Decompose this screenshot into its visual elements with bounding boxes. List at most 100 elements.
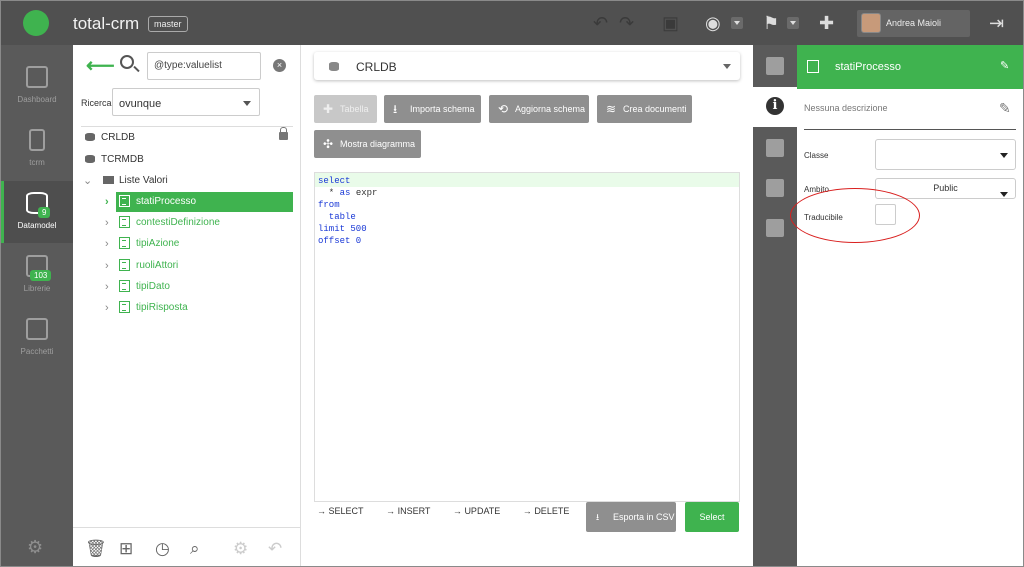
valuelist-icon <box>119 259 130 272</box>
diagram-icon: ✣ <box>323 137 334 151</box>
clear-search-icon[interactable]: × <box>273 59 286 72</box>
tree-node-tipi-dato[interactable]: tipiDato <box>119 277 170 297</box>
main-panel: CRLDB ✚ Tabella ⭳ Importa schema ⟲ Aggiorna… <box>301 45 753 566</box>
app-logo-icon <box>23 10 49 36</box>
search-input[interactable]: @type:valuelist <box>147 52 261 80</box>
chevron-right-icon[interactable]: › <box>105 213 109 233</box>
database-select[interactable]: CRLDB <box>314 52 740 80</box>
history-icon[interactable]: ◷ <box>155 539 170 559</box>
ricerca-label: Ricerca <box>81 98 112 108</box>
nav-item-dashboard[interactable]: Dashboard <box>1 55 73 117</box>
gear-icon[interactable]: ⚙ <box>27 537 43 558</box>
button-label: Tabella <box>340 104 369 114</box>
info-icon <box>766 97 784 115</box>
annotation-circle <box>790 188 920 243</box>
tree-node-ruoli-attori[interactable]: ruoliAttori <box>119 256 178 276</box>
classe-label: Classe <box>804 151 829 160</box>
node-label: tipiDato <box>136 281 170 292</box>
add-item-icon[interactable]: ⊞ <box>119 539 133 559</box>
chevron-right-icon[interactable]: › <box>105 234 109 254</box>
tree-node-liste-valori[interactable]: Liste Valori <box>103 171 168 191</box>
chevron-right-icon[interactable]: › <box>105 192 109 212</box>
crea-documenti-button[interactable]: ≋ Crea documenti <box>597 95 692 123</box>
eye-icon[interactable]: ◉ <box>705 13 721 33</box>
edit-description-pencil-icon[interactable]: ✎ <box>999 100 1011 117</box>
select-button[interactable]: Select <box>685 502 739 532</box>
valuelist-icon <box>119 301 130 314</box>
ricerca-select[interactable]: ovunque <box>112 88 260 116</box>
mostra-diagramma-button[interactable]: ✣ Mostra diagramma <box>314 130 421 158</box>
chevron-right-icon[interactable]: › <box>105 256 109 276</box>
flag-icon <box>766 179 784 197</box>
chevron-right-icon[interactable]: › <box>105 298 109 318</box>
strip-item-layout[interactable] <box>753 47 797 87</box>
user-menu[interactable]: Andrea Maioli <box>857 10 970 37</box>
nav-item-datamodel[interactable]: 9 Datamodel <box>1 181 73 243</box>
back-arrow-icon[interactable]: ⟵ <box>86 53 115 78</box>
database-icon <box>329 62 339 71</box>
app-name: total-crm <box>73 14 140 33</box>
document-icon <box>766 139 784 157</box>
tabella-button[interactable]: ✚ Tabella <box>314 95 377 123</box>
database-name: CRLDB <box>356 60 397 74</box>
tree-node-tipi-risposta[interactable]: tipiRisposta <box>119 298 188 318</box>
nav-label: Pacchetti <box>20 347 54 356</box>
sql-line: limit 500 <box>318 224 367 234</box>
tree-node-contesti-definizione[interactable]: contestiDefinizione <box>119 213 220 233</box>
button-label: Crea documenti <box>623 104 687 114</box>
sql-line: select <box>318 176 351 186</box>
database-icon <box>85 133 95 142</box>
insert-template-link[interactable]: → INSERT <box>386 506 440 516</box>
add-user-icon[interactable]: ✚ <box>819 13 834 33</box>
select-template-link[interactable]: → SELECT <box>317 506 374 516</box>
strip-item-docs[interactable] <box>753 129 797 169</box>
signpost-icon[interactable]: ⚑ <box>763 13 779 33</box>
tree-node-crldb[interactable]: CRLDB <box>85 128 135 148</box>
description-text: Nessuna descrizione <box>804 103 888 113</box>
importa-schema-button[interactable]: ⭳ Importa schema <box>384 95 481 123</box>
nav-item-pacchetti[interactable]: Pacchetti <box>1 307 73 369</box>
update-template-link[interactable]: → UPDATE <box>453 506 510 516</box>
search-icon[interactable] <box>120 55 134 69</box>
valuelist-icon <box>119 216 130 229</box>
aggiorna-schema-button[interactable]: ⟲ Aggiorna schema <box>489 95 589 123</box>
inspect-icon[interactable]: ⌕ <box>190 539 200 559</box>
nav-item-tcrm[interactable]: tcrm <box>1 118 73 180</box>
undo-icon[interactable]: ↶ <box>593 13 608 33</box>
sql-keyword: as <box>339 188 351 198</box>
delete-template-link[interactable]: → DELETE <box>523 506 580 516</box>
redo-icon[interactable]: ↷ <box>619 13 634 33</box>
tree-node-tcrmdb[interactable]: TCRMDB <box>85 150 144 170</box>
nav-item-librerie[interactable]: 103 Librerie <box>1 244 73 306</box>
save-icon[interactable]: ▣ <box>662 13 679 33</box>
trash-icon[interactable]: 🗑 <box>85 539 107 559</box>
edit-title-pencil-icon[interactable]: ✎ <box>1000 59 1009 72</box>
sql-line: expr <box>350 188 378 198</box>
package-icon <box>26 318 48 340</box>
button-label: Mostra diagramma <box>340 139 416 149</box>
chevron-down-icon[interactable] <box>787 17 799 29</box>
settings-icon: ⚙ <box>233 539 249 558</box>
branch-badge[interactable]: master <box>148 16 188 32</box>
esporta-csv-button[interactable]: ⭳ Esporta in CSV <box>586 502 676 532</box>
tree-node-stati-processo[interactable]: statiProcesso <box>116 192 293 212</box>
properties-panel: statiProcesso ✎ Nessuna descrizione ✎ Cl… <box>797 45 1023 566</box>
tree-panel: ⟵ @type:valuelist × Ricerca ovunque CRLD… <box>73 45 301 566</box>
tree-node-tipi-azione[interactable]: tipiAzione <box>119 234 179 254</box>
layers-icon: ≋ <box>606 102 617 116</box>
chevron-right-icon[interactable]: › <box>105 277 109 297</box>
sql-line: * <box>318 188 340 198</box>
classe-select[interactable] <box>875 139 1016 170</box>
logout-icon[interactable]: ⇥ <box>989 13 1004 33</box>
nav-badge: 103 <box>30 270 52 281</box>
valuelist-icon <box>119 195 130 208</box>
strip-item-flag[interactable] <box>753 169 797 209</box>
node-label: tipiAzione <box>136 238 180 249</box>
chevron-down-icon[interactable] <box>731 17 743 29</box>
button-label: Importa schema <box>410 104 475 114</box>
chevron-down-icon[interactable]: ⌄ <box>83 171 92 191</box>
sql-editor[interactable]: select * as expr from table limit 500 of… <box>314 172 740 502</box>
nav-label: tcrm <box>29 158 45 167</box>
download-icon: ⭳ <box>393 102 398 116</box>
strip-item-info[interactable] <box>753 87 797 127</box>
